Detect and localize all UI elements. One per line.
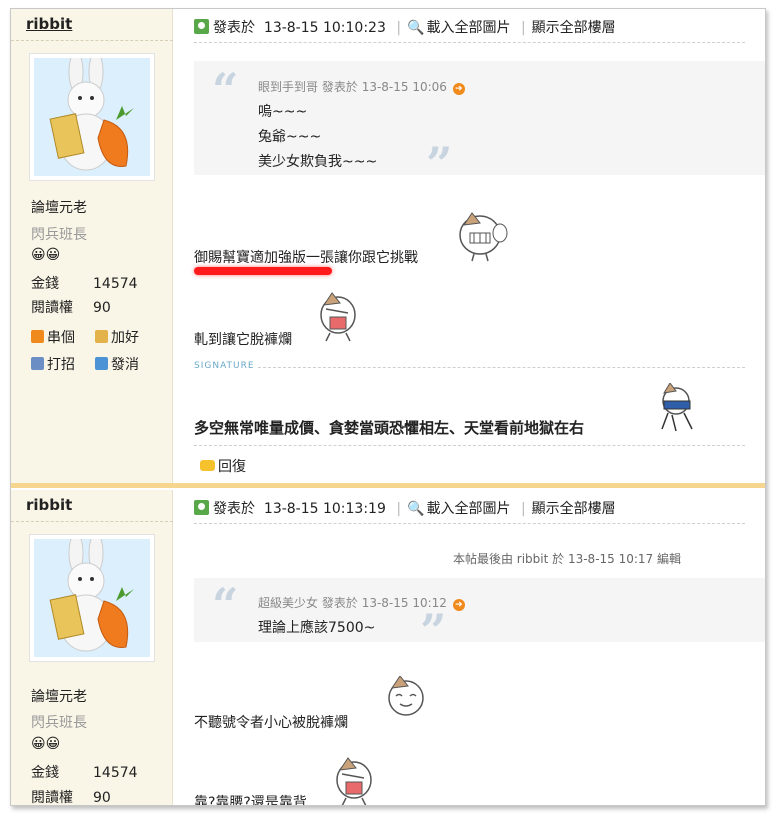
poke-label: 打招 [47, 357, 75, 373]
author-sidebar: ribbit 論壇元老 [11, 490, 173, 806]
message-label: 發消 [111, 357, 139, 373]
signature-label: SIGNATURE [194, 361, 255, 371]
post-info-bar: 發表於 13-8-15 10:13:19 | 🔍 載入全部圖片 | 顯示全部樓層 [194, 498, 745, 524]
author-name-link[interactable]: ribbit [26, 496, 72, 514]
emoticon-image [320, 292, 356, 342]
quote-datetime: 13-8-15 10:06 [361, 80, 447, 94]
author-name-link[interactable]: ribbit [26, 15, 72, 33]
post-info-bar: 發表於 13-8-15 10:10:23 | 🔍 載入全部圖片 | 顯示全部樓層 [194, 17, 745, 43]
user-online-icon [194, 19, 209, 34]
stat-value: 14574 [93, 276, 138, 292]
speech-bubble-icon [200, 460, 215, 471]
rank-subtitle[interactable]: 閃兵班長 [31, 224, 87, 244]
magnifier-icon: 🔍 [407, 20, 425, 36]
emoticon-image [388, 676, 424, 716]
signature-divider: SIGNATURE [194, 361, 745, 375]
stat-money: 金錢 14574 [31, 273, 138, 293]
stat-value: 90 [93, 790, 111, 806]
reply-label: 回復 [218, 459, 246, 475]
user-poke-icon [31, 357, 44, 370]
stat-read-permission: 閱讀權 90 [31, 297, 111, 317]
emoticon-image [459, 212, 508, 262]
edited-note: 本帖最後由 ribbit 於 13-8-15 10:17 編輯 [452, 552, 681, 566]
close-quote-icon: ” [420, 604, 447, 658]
quote-line: 嗚~~~ [258, 104, 308, 120]
open-quote-icon: “ [212, 578, 239, 632]
avatar[interactable] [29, 53, 155, 181]
home-icon [31, 330, 44, 343]
magnifier-icon: 🔍 [407, 501, 425, 517]
posted-prefix: 發表於 [213, 20, 255, 36]
post-2: ribbit 論壇元老 閃兵班長 😀😀 金錢 14574 閱讀權 90 發表於 … [11, 490, 765, 806]
stat-value: 14574 [93, 765, 138, 781]
avatar-image [34, 539, 150, 657]
post-body-line: 靠?靠腰?還是靠背 [194, 795, 307, 806]
quote-line: 理論上應該7500~ [258, 620, 376, 636]
show-all-floors-link[interactable]: 顯示全部樓層 [532, 20, 616, 36]
post-body-line: 御賜幫寶適加強版一張讓你跟它挑戰 [194, 250, 418, 266]
stat-label: 閱讀權 [31, 790, 73, 806]
emoticon-image [661, 383, 693, 432]
quote-block: “ 超級美少女 發表於 13-8-15 10:12 ➜ 理論上應該7500~ ” [194, 578, 765, 654]
load-all-images-link[interactable]: 載入全部圖片 [426, 20, 510, 36]
quote-block: “ 眼到手到哥 發表於 13-8-15 10:06 ➜ 嗚~~~ 兔爺~~~ 美… [194, 61, 765, 187]
avatar[interactable] [29, 534, 155, 662]
author-name-bar: ribbit [11, 490, 173, 522]
post-body-line: 不聽號令者小心被脫褲爛 [194, 715, 348, 731]
visit-label: 串個 [47, 330, 75, 346]
stat-label: 閱讀權 [31, 300, 73, 316]
add-friend-label: 加好 [111, 330, 139, 346]
stat-money: 金錢 14574 [31, 762, 138, 782]
quote-posted-prefix: 發表於 [321, 596, 358, 610]
post-datetime: 13-8-15 10:13:19 [263, 501, 386, 517]
post-body-line: 軋到讓它脫褲爛 [194, 332, 292, 348]
stat-read-permission: 閱讀權 90 [31, 787, 111, 806]
poke-button[interactable]: 打招 [31, 354, 75, 374]
quote-author: 超級美少女 [258, 596, 319, 610]
author-sidebar: ribbit 論壇元老 [11, 9, 173, 484]
user-online-icon [194, 500, 209, 515]
quote-line: 美少女欺負我~~~ [258, 154, 378, 170]
quote-header: 眼到手到哥 發表於 13-8-15 10:06 ➜ [258, 78, 465, 95]
avatar-image [34, 58, 150, 176]
quote-posted-prefix: 發表於 [321, 80, 358, 94]
signature-text: 多空無常唯量成價、貪婪當頭恐懼相左、天堂看前地獄在右 [194, 419, 585, 437]
add-friend-button[interactable]: 加好 [95, 327, 139, 347]
go-to-quote-icon[interactable]: ➜ [452, 83, 465, 95]
visit-button[interactable]: 串個 [31, 327, 75, 347]
post-content: 發表於 13-8-15 10:13:19 | 🔍 載入全部圖片 | 顯示全部樓層 本帖… [174, 490, 765, 806]
author-name-bar: ribbit [11, 9, 173, 41]
go-to-quote-icon[interactable]: ➜ [452, 599, 465, 611]
stat-value: 90 [93, 300, 111, 316]
emoticon-image [336, 757, 372, 805]
post-content: 發表於 13-8-15 10:10:23 | 🔍 載入全部圖片 | 顯示全部樓層 “ … [174, 9, 765, 484]
close-quote-icon: ” [426, 137, 453, 191]
thread-frame: ribbit 論壇元老 閃兵班長 😀😀 金錢 14574 閱讀權 90 串個 加… [10, 8, 766, 806]
posted-prefix: 發表於 [213, 501, 255, 517]
rank-title: 論壇元老 [31, 200, 87, 216]
rank-stars-icon: 😀😀 [31, 247, 61, 263]
stat-label: 金錢 [31, 765, 59, 781]
load-all-images-link[interactable]: 載入全部圖片 [426, 501, 510, 517]
envelope-icon [95, 357, 108, 370]
quote-author: 眼到手到哥 [258, 80, 319, 94]
show-all-floors-link[interactable]: 顯示全部樓層 [532, 501, 616, 517]
rank-subtitle[interactable]: 閃兵班長 [31, 712, 87, 732]
rank-title: 論壇元老 [31, 689, 87, 705]
quote-line: 兔爺~~~ [258, 129, 322, 145]
message-button[interactable]: 發消 [95, 354, 139, 374]
open-quote-icon: “ [212, 63, 239, 117]
post-datetime: 13-8-15 10:10:23 [263, 20, 386, 36]
highlight-underline [194, 267, 332, 275]
stat-label: 金錢 [31, 276, 59, 292]
post-1: ribbit 論壇元老 閃兵班長 😀😀 金錢 14574 閱讀權 90 串個 加… [11, 9, 765, 484]
reply-button[interactable]: 回復 [200, 456, 246, 476]
rank-stars-icon: 😀😀 [31, 736, 61, 752]
reply-bar: 回復 [194, 445, 745, 477]
handshake-icon [95, 330, 108, 343]
post-divider [11, 483, 765, 488]
